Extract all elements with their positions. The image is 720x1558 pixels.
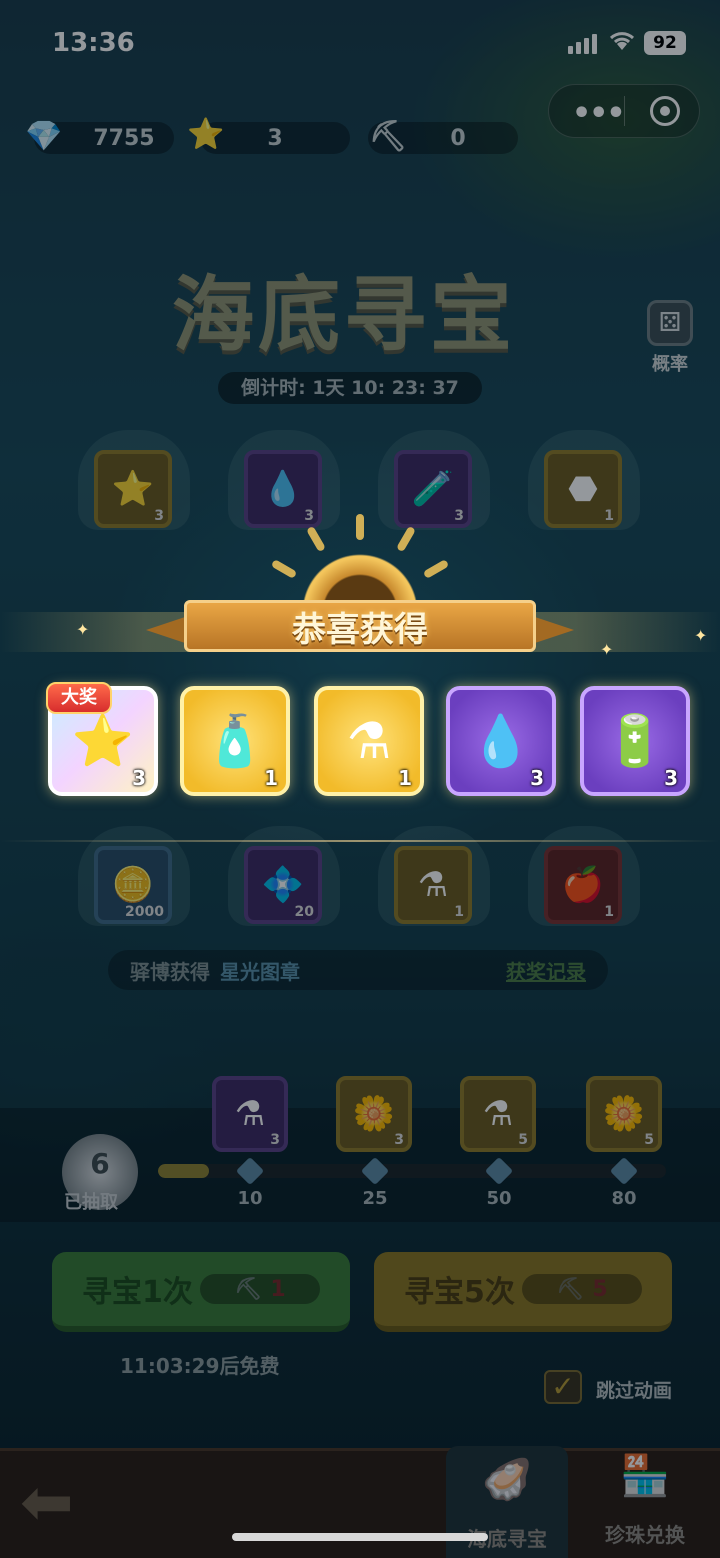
popup-divider bbox=[0, 840, 720, 842]
congrats-title: 恭喜获得 bbox=[292, 609, 428, 650]
reward-icon: ⚗ bbox=[346, 712, 392, 770]
reward-count: 1 bbox=[264, 766, 278, 790]
sun-ray bbox=[356, 514, 364, 540]
sparkle-icon: ✦ bbox=[76, 620, 90, 639]
reward-count: 3 bbox=[664, 766, 678, 790]
reward-item: ⚗ 1 bbox=[314, 686, 424, 796]
reward-item: 🔋 3 bbox=[580, 686, 690, 796]
reward-item: 🧴 1 bbox=[180, 686, 290, 796]
reward-count: 3 bbox=[132, 766, 146, 790]
grand-prize-badge: 大奖 bbox=[46, 682, 112, 714]
congrats-ribbon: 恭喜获得 bbox=[184, 600, 536, 652]
sparkle-icon: ✦ bbox=[694, 626, 708, 645]
home-indicator bbox=[232, 1533, 488, 1541]
reward-icon: 💧 bbox=[469, 711, 533, 770]
reward-item: 💧 3 bbox=[446, 686, 556, 796]
reward-count: 3 bbox=[530, 766, 544, 790]
reward-icon: ⭐ bbox=[71, 711, 135, 770]
reward-icon: 🔋 bbox=[603, 711, 667, 770]
reward-count: 1 bbox=[398, 766, 412, 790]
reward-icon: 🧴 bbox=[203, 711, 267, 770]
sparkle-icon: ✦ bbox=[600, 640, 614, 659]
